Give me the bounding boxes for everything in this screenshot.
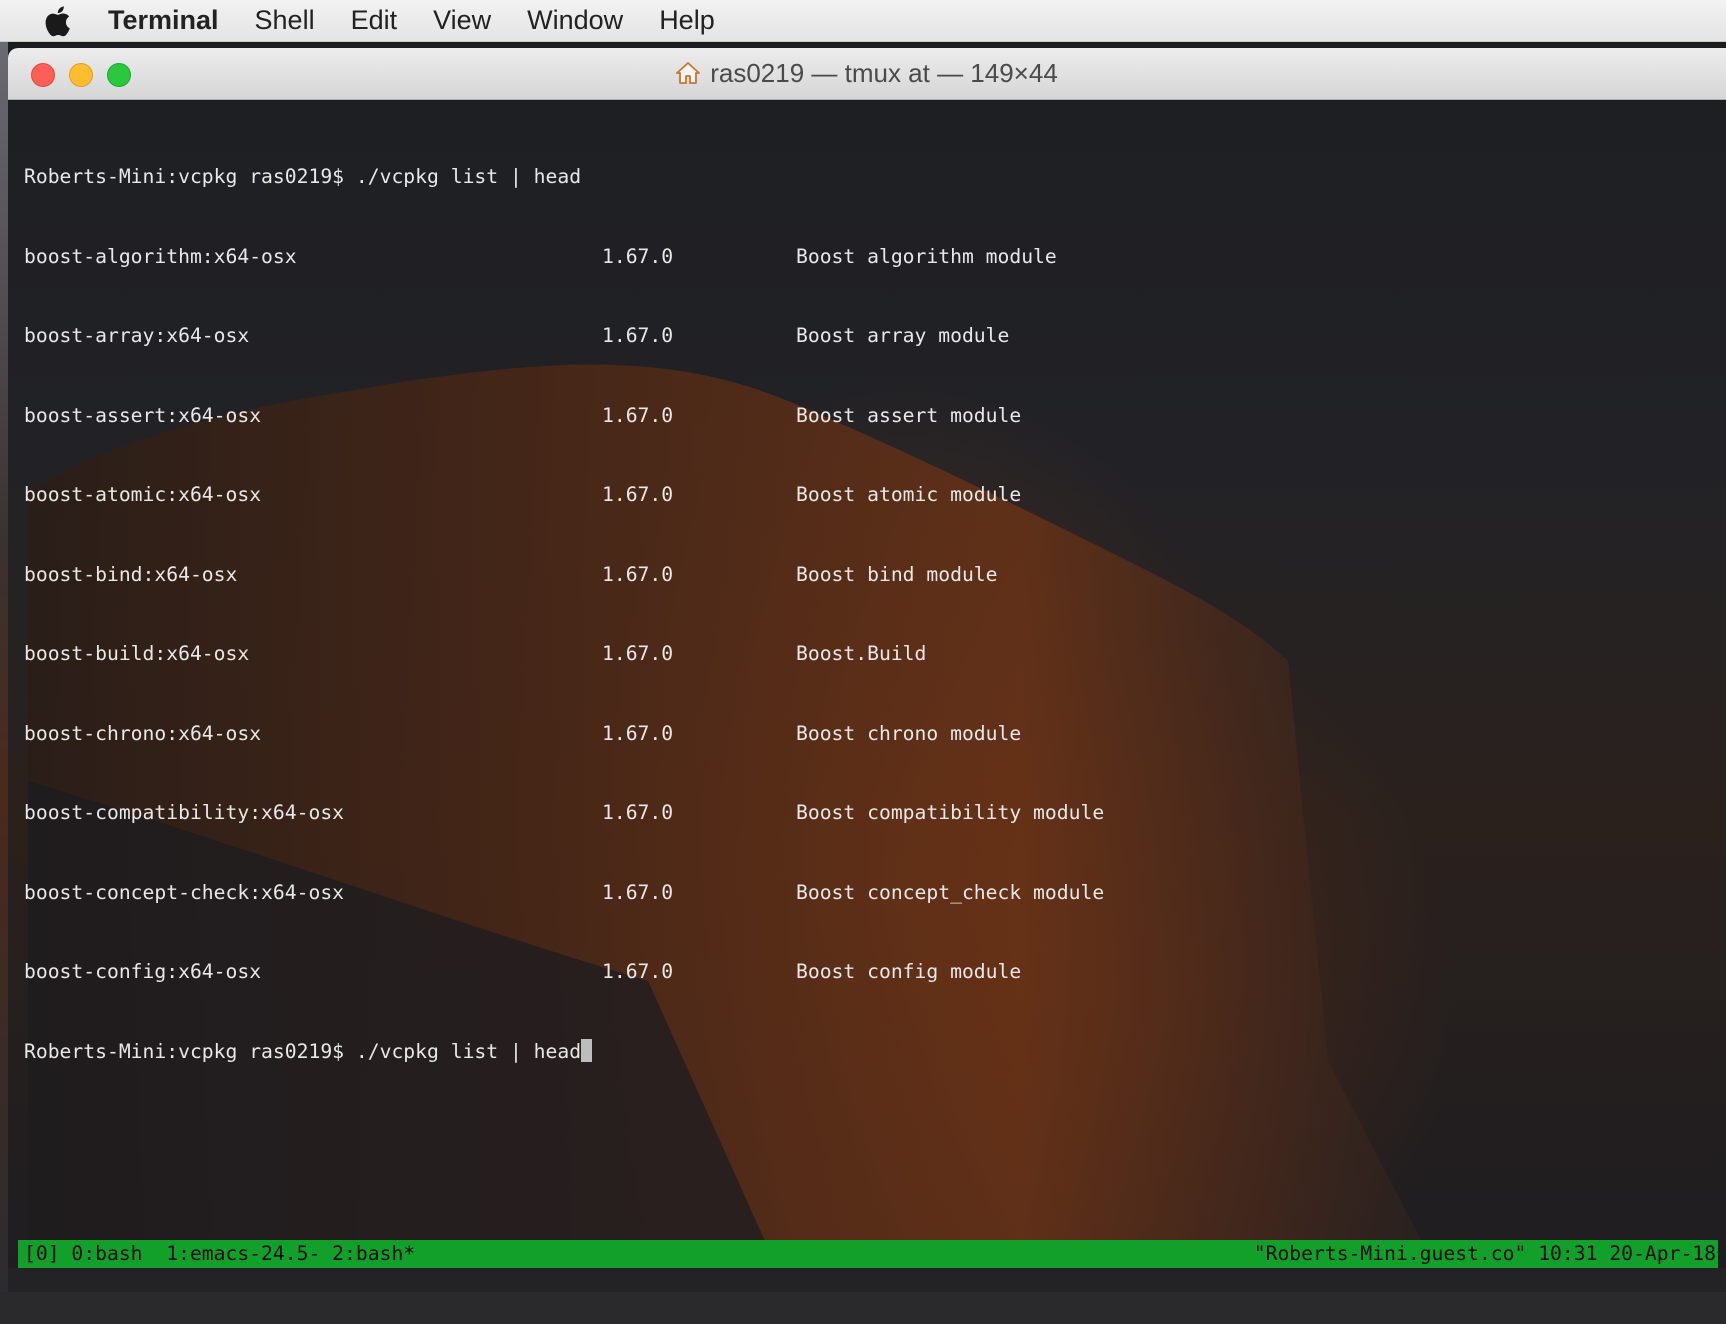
terminal-content[interactable]: Roberts-Mini:vcpkg ras0219$ ./vcpkg list… bbox=[8, 101, 1726, 1292]
package-name: boost-chrono:x64-osx bbox=[24, 721, 262, 745]
package-description: Boost atomic module bbox=[796, 483, 1022, 506]
package-description: Boost config module bbox=[796, 960, 1022, 983]
package-name: boost-config:x64-osx bbox=[24, 960, 262, 983]
package-description: Boost array module bbox=[796, 324, 1010, 347]
package-version: 1.67.0 bbox=[602, 960, 674, 983]
table-row: boost-algorithm:x64-osx 1.67.0 Boost algor… bbox=[24, 244, 1104, 271]
package-description: Boost assert module bbox=[796, 403, 1022, 427]
package-description: Boost bind module bbox=[796, 562, 998, 586]
package-description: Boost compatibility module bbox=[796, 801, 1105, 824]
command-line: Roberts-Mini:vcpkg ras0219$ ./vcpkg list… bbox=[24, 1038, 1104, 1066]
menu-terminal[interactable]: Terminal bbox=[108, 5, 219, 36]
window-titlebar[interactable]: ras0219 — tmux at — 149×44 bbox=[8, 48, 1726, 100]
package-version: 1.67.0 bbox=[602, 801, 674, 824]
terminal-window: ras0219 — tmux at — 149×44 Roberts-Mini:… bbox=[8, 42, 1726, 1292]
menu-bar: Terminal Shell Edit View Window Help bbox=[0, 0, 1726, 42]
menu-window[interactable]: Window bbox=[527, 5, 623, 36]
command-line: Roberts-Mini:vcpkg ras0219$ ./vcpkg list… bbox=[24, 164, 1104, 191]
package-name: boost-compatibility:x64-osx bbox=[24, 801, 345, 824]
package-name: boost-algorithm:x64-osx bbox=[24, 244, 297, 268]
package-version: 1.67.0 bbox=[602, 483, 674, 506]
tmux-status-right: "Roberts-Mini.guest.co" 10:31 20-Apr-18 bbox=[1253, 1242, 1716, 1265]
package-description: Boost concept_check module bbox=[796, 880, 1105, 904]
menu-shell[interactable]: Shell bbox=[255, 5, 315, 36]
package-version: 1.67.0 bbox=[602, 562, 674, 586]
package-version: 1.67.0 bbox=[602, 642, 674, 665]
desktop-background bbox=[0, 42, 8, 1292]
window-title-wrap: ras0219 — tmux at — 149×44 bbox=[8, 58, 1726, 89]
table-row: boost-build:x64-osx 1.67.0 Boost.Build bbox=[24, 641, 1104, 668]
package-description: Boost.Build bbox=[796, 642, 927, 665]
menu-edit[interactable]: Edit bbox=[351, 5, 398, 36]
menu-help[interactable]: Help bbox=[659, 5, 715, 36]
desktop-bottom bbox=[8, 1268, 1726, 1292]
package-version: 1.67.0 bbox=[602, 880, 674, 904]
package-description: Boost algorithm module bbox=[796, 244, 1057, 268]
command: ./vcpkg list | head bbox=[355, 1039, 582, 1063]
table-row: boost-chrono:x64-osx 1.67.0 Boost chrono m… bbox=[24, 721, 1104, 748]
prompt: Roberts-Mini:vcpkg ras0219$ bbox=[24, 165, 356, 188]
prompt: Roberts-Mini:vcpkg ras0219$ bbox=[24, 1039, 356, 1063]
text-cursor bbox=[581, 1038, 593, 1062]
tmux-status-bar: [0] 0:bash 1:emacs-24.5- 2:bash* "Robert… bbox=[18, 1240, 1718, 1268]
package-name: boost-assert:x64-osx bbox=[24, 403, 262, 427]
table-row: boost-bind:x64-osx 1.67.0 Boost bind modul… bbox=[24, 562, 1104, 589]
package-name: boost-bind:x64-osx bbox=[24, 562, 238, 586]
table-row: boost-compatibility:x64-osx 1.67.0 Boost c… bbox=[24, 800, 1104, 827]
table-row: boost-array:x64-osx 1.67.0 Boost array mod… bbox=[24, 323, 1104, 350]
table-row: boost-config:x64-osx 1.67.0 Boost config m… bbox=[24, 959, 1104, 986]
package-name: boost-array:x64-osx bbox=[24, 324, 250, 347]
package-version: 1.67.0 bbox=[602, 324, 674, 347]
table-row: boost-atomic:x64-osx 1.67.0 Boost atomic m… bbox=[24, 482, 1104, 509]
apple-logo-icon[interactable] bbox=[42, 5, 72, 37]
package-version: 1.67.0 bbox=[602, 403, 674, 427]
table-row: boost-assert:x64-osx 1.67.0 Boost assert m… bbox=[24, 403, 1104, 430]
package-version: 1.67.0 bbox=[602, 244, 674, 268]
command: ./vcpkg list | head bbox=[355, 165, 582, 188]
menu-view[interactable]: View bbox=[433, 5, 491, 36]
tmux-window-list[interactable]: [0] 0:bash 1:emacs-24.5- 2:bash* bbox=[24, 1240, 415, 1268]
terminal-output: Roberts-Mini:vcpkg ras0219$ ./vcpkg list… bbox=[24, 111, 1104, 1118]
package-name: boost-concept-check:x64-osx bbox=[24, 880, 345, 904]
package-version: 1.67.0 bbox=[602, 721, 674, 745]
package-name: boost-build:x64-osx bbox=[24, 642, 250, 665]
package-description: Boost chrono module bbox=[796, 721, 1022, 745]
table-row: boost-concept-check:x64-osx 1.67.0 Boost c… bbox=[24, 880, 1104, 907]
package-name: boost-atomic:x64-osx bbox=[24, 483, 262, 506]
window-title: ras0219 — tmux at — 149×44 bbox=[710, 58, 1058, 88]
home-icon bbox=[676, 62, 701, 84]
